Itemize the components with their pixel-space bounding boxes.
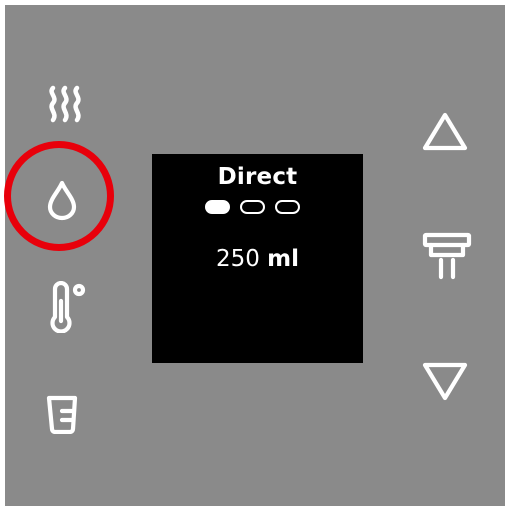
steam-icon	[49, 85, 81, 123]
temperature-button[interactable]	[46, 280, 90, 334]
thermometer-icon	[50, 281, 86, 333]
water-button[interactable]	[42, 176, 82, 224]
volume-unit: ml	[267, 246, 300, 272]
mode-label: Direct	[217, 164, 298, 190]
cup-icon	[46, 395, 78, 434]
dispenser-button[interactable]	[420, 228, 474, 282]
up-button[interactable]	[420, 108, 470, 154]
display-screen: Direct 250 ml	[152, 154, 363, 363]
volume-readout: 250 ml	[152, 246, 363, 272]
volume-value: 250	[215, 246, 260, 272]
triangle-down-icon	[422, 362, 468, 401]
page-dot	[275, 200, 300, 214]
cup-button[interactable]	[42, 390, 84, 436]
triangle-up-icon	[422, 112, 468, 151]
page-dot	[240, 200, 265, 214]
down-button[interactable]	[420, 358, 470, 404]
water-drop-icon	[47, 180, 77, 221]
steam-button[interactable]	[42, 84, 88, 124]
page-indicator	[205, 200, 300, 214]
dispenser-icon	[422, 232, 472, 280]
page-dot-active	[205, 200, 230, 214]
